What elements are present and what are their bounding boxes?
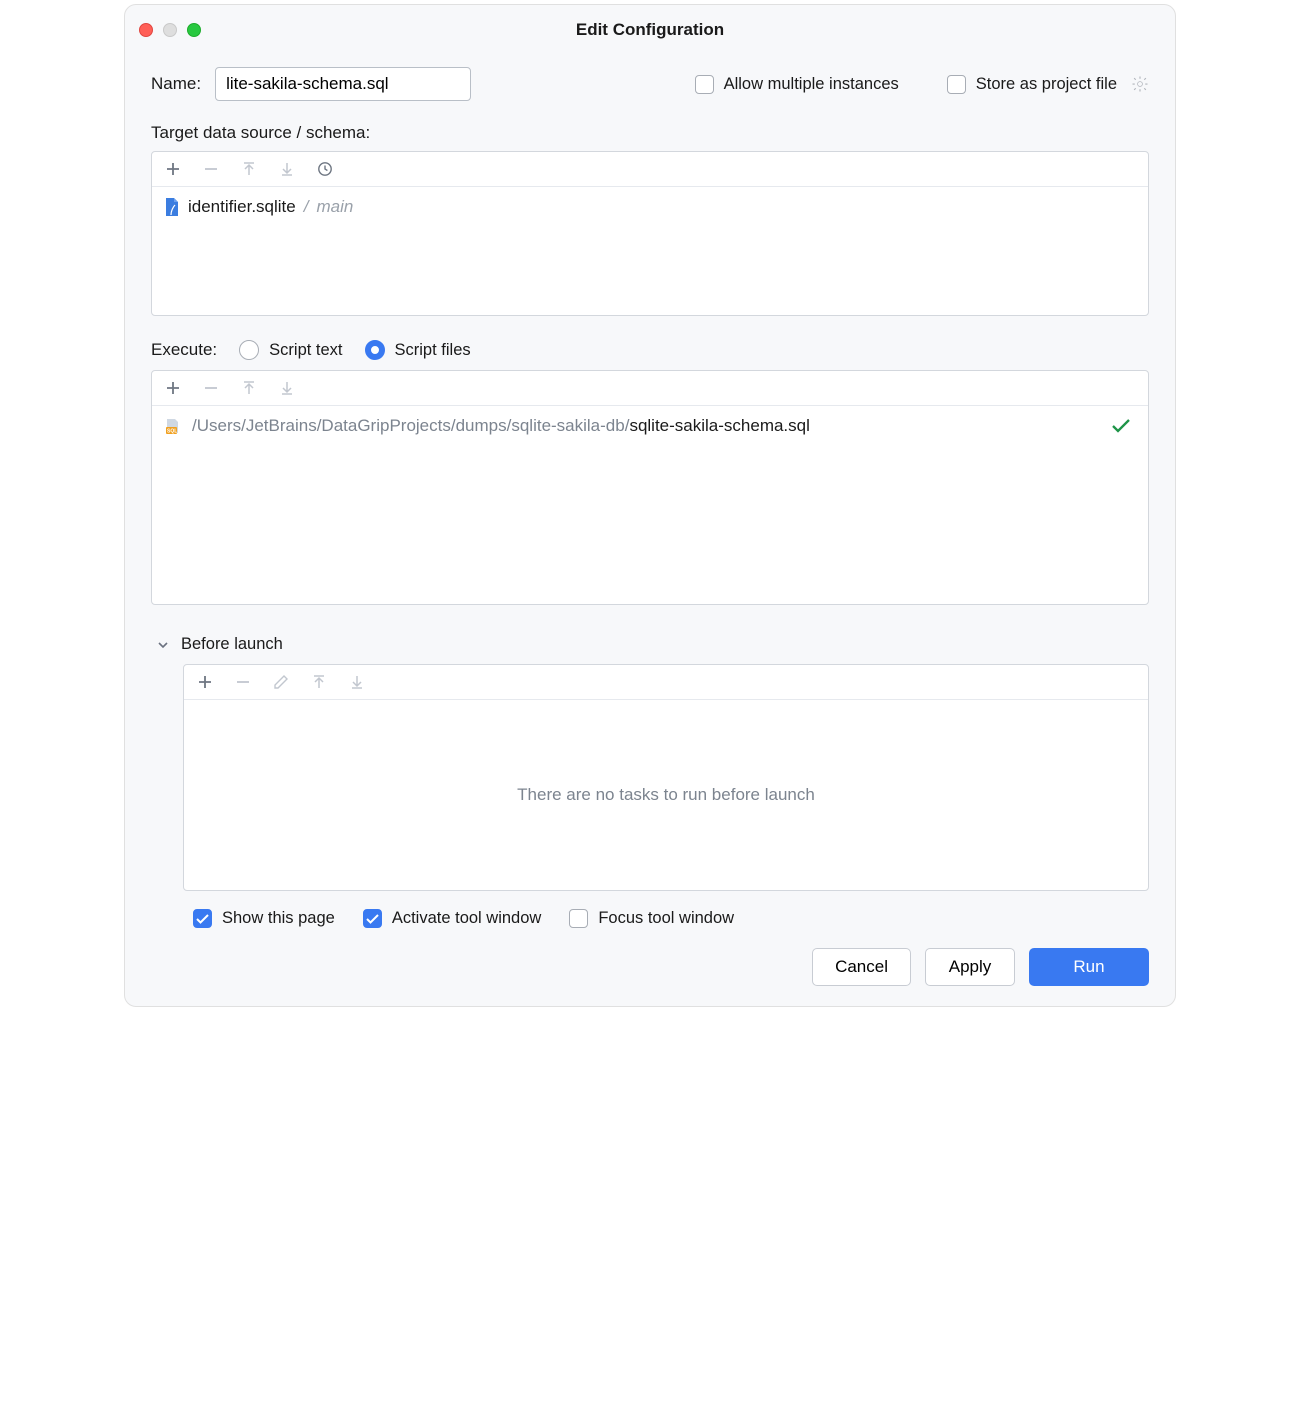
show-page-label: Show this page [222,909,335,928]
files-body: SQL /Users/JetBrains/DataGripProjects/du… [152,406,1148,604]
history-icon[interactable] [316,160,334,178]
file-name: sqlite-sakila-schema.sql [629,416,809,435]
edit-task-icon[interactable] [272,673,290,691]
name-label: Name: [151,74,201,94]
execute-row: Execute: Script text Script files [151,340,1149,360]
datasource-item[interactable]: identifier.sqlite / main [164,197,1136,217]
target-body: identifier.sqlite / main [152,187,1148,315]
remove-icon[interactable] [202,160,220,178]
script-files-option[interactable]: Script files [365,340,471,360]
before-launch-label: Before launch [181,635,283,654]
chevron-down-icon [157,639,169,651]
before-empty-text: There are no tasks to run before launch [517,785,815,805]
datasource-schema: main [316,197,353,217]
name-input[interactable] [215,67,471,101]
script-text-option[interactable]: Script text [239,340,342,360]
remove-task-icon[interactable] [234,673,252,691]
gear-icon[interactable] [1131,75,1149,93]
activate-checkbox[interactable] [363,909,382,928]
focus-checkbox[interactable] [569,909,588,928]
before-panel: There are no tasks to run before launch [183,664,1149,891]
allow-multiple-label: Allow multiple instances [724,75,899,94]
run-button[interactable]: Run [1029,948,1149,986]
svg-text:SQL: SQL [167,429,177,435]
script-text-label: Script text [269,341,342,360]
target-panel: identifier.sqlite / main [151,151,1149,316]
datasource-name: identifier.sqlite [188,197,296,217]
show-page-checkbox[interactable] [193,909,212,928]
cancel-button[interactable]: Cancel [812,948,911,986]
button-row: Cancel Apply Run [125,928,1175,986]
files-toolbar [152,371,1148,406]
sqlite-icon [164,197,180,217]
store-project-checkbox[interactable] [947,75,966,94]
add-task-icon[interactable] [196,673,214,691]
activate-label: Activate tool window [392,909,542,928]
target-toolbar [152,152,1148,187]
allow-multiple-checkbox[interactable] [695,75,714,94]
apply-button[interactable]: Apply [925,948,1015,986]
content: Name: Allow multiple instances Store as … [125,55,1175,928]
name-row: Name: Allow multiple instances Store as … [151,67,1149,101]
script-files-radio[interactable] [365,340,385,360]
script-text-radio[interactable] [239,340,259,360]
execute-label: Execute: [151,340,217,360]
datasource-sep: / [304,197,309,217]
activate-option[interactable]: Activate tool window [363,909,542,928]
file-down-icon[interactable] [278,379,296,397]
task-down-icon[interactable] [348,673,366,691]
file-row[interactable]: SQL /Users/JetBrains/DataGripProjects/du… [152,406,1148,446]
add-icon[interactable] [164,160,182,178]
remove-file-icon[interactable] [202,379,220,397]
store-project-label: Store as project file [976,75,1117,94]
add-file-icon[interactable] [164,379,182,397]
focus-label: Focus tool window [598,909,734,928]
sql-file-icon: SQL [164,417,182,435]
focus-option[interactable]: Focus tool window [569,909,734,928]
task-up-icon[interactable] [310,673,328,691]
move-down-icon[interactable] [278,160,296,178]
script-files-label: Script files [395,341,471,360]
allow-multiple-option[interactable]: Allow multiple instances [695,75,899,94]
check-icon [1112,419,1130,433]
before-launch-header[interactable]: Before launch [157,635,1149,654]
show-page-option[interactable]: Show this page [193,909,335,928]
edit-configuration-dialog: Edit Configuration Name: Allow multiple … [124,4,1176,1007]
file-path: /Users/JetBrains/DataGripProjects/dumps/… [192,416,1102,436]
file-dir: /Users/JetBrains/DataGripProjects/dumps/… [192,416,629,435]
before-toolbar [184,665,1148,700]
bottom-options: Show this page Activate tool window Focu… [193,909,1149,928]
before-body: There are no tasks to run before launch [184,700,1148,890]
titlebar: Edit Configuration [125,5,1175,55]
file-up-icon[interactable] [240,379,258,397]
store-project-option[interactable]: Store as project file [947,75,1117,94]
files-panel: SQL /Users/JetBrains/DataGripProjects/du… [151,370,1149,605]
move-up-icon[interactable] [240,160,258,178]
target-label: Target data source / schema: [151,123,1149,143]
dialog-title: Edit Configuration [125,20,1175,40]
